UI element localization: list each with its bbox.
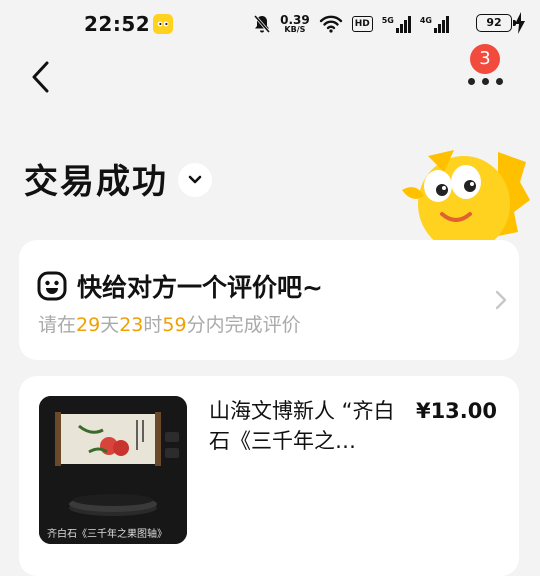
review-title: 快给对方一个评价吧~ [77,273,323,302]
speed-unit: KB/S [284,25,306,34]
wifi-icon [319,15,342,33]
back-button[interactable] [24,56,58,98]
deadline-days: 29 [76,314,101,336]
review-title-row: 快给对方一个评价吧~ [37,268,323,304]
review-reminder-card[interactable]: 快给对方一个评价吧~ 请在29天23时59分内完成评价 [19,240,519,360]
xianyu-app-icon [153,14,173,34]
deadline-minutes: 59 [162,314,187,336]
status-time: 22:52 [84,12,151,36]
page-title: 交易成功 [24,162,168,202]
deadline-hours: 23 [119,314,144,336]
charging-icon [515,12,525,34]
notification-badge: 3 [470,44,500,74]
review-deadline: 请在29天23时59分内完成评价 [38,310,301,337]
mute-bell-icon [253,15,271,33]
hd-voice-badge: HD [351,16,373,32]
fish-mascot-icon [402,150,530,246]
signal-icon: 5G [381,15,411,33]
signal-icon-2: 4G [419,15,449,33]
chevron-down-icon [188,175,202,184]
deadline-prefix: 请在 [38,314,77,336]
order-item-card[interactable]: 齐白石《三千年之果图轴》 山海文博新人 “齐白石《三千年之… ¥13.00 [19,376,519,576]
network-speed: 0.39 KB/S [280,14,310,34]
status-icons: 0.39 KB/S HD 5G 4G [253,10,498,38]
smiley-face-icon [37,271,67,301]
chevron-right-icon [495,290,507,310]
network-type-2: 4G [419,15,432,25]
deadline-days-unit: 天 [100,314,120,336]
painting-scroll-image [39,396,187,544]
chevron-left-icon [32,61,49,93]
deadline-hours-unit: 时 [143,314,163,336]
deadline-suffix: 分内完成评价 [186,314,301,336]
status-bar: 22:52 0.39 KB/S HD 5G 4G 92 [0,0,540,48]
product-price: ¥13.00 [415,399,497,423]
product-thumbnail[interactable]: 齐白石《三千年之果图轴》 [39,396,187,544]
thumbnail-caption: 齐白石《三千年之果图轴》 [47,529,167,540]
battery-icon: 92 [476,14,516,32]
network-type-1: 5G [381,15,394,25]
product-title[interactable]: 山海文博新人 “齐白石《三千年之… [209,396,409,456]
status-toggle-button[interactable] [178,163,212,197]
more-dots-icon [468,78,475,85]
